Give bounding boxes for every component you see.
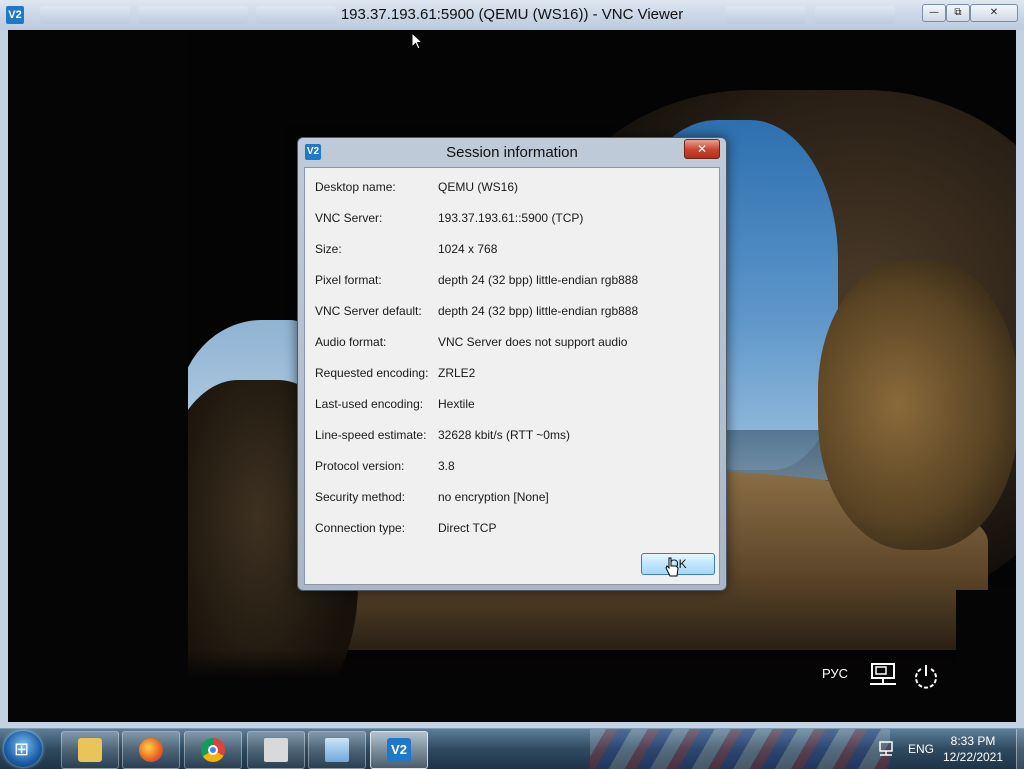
- taskbar-app-vnc-viewer[interactable]: V2: [370, 731, 428, 769]
- info-value: VNC Server does not support audio: [438, 335, 628, 349]
- app-window-icon: [264, 738, 288, 762]
- info-value: 1024 x 768: [438, 242, 498, 256]
- info-value: Hextile: [438, 397, 475, 411]
- info-row-audio-format: Audio format: VNC Server does not suppor…: [315, 335, 715, 355]
- taskbar: ⊞ V2 ENG 8:33 PM 12/22/2021: [0, 728, 1024, 769]
- taskbar-wallpaper-decoration: [590, 729, 890, 769]
- info-label: Security method:: [315, 490, 406, 504]
- info-value: 32628 kbit/s (RTT ~0ms): [438, 428, 570, 442]
- info-label: Size:: [315, 242, 342, 256]
- close-window-button[interactable]: ✕: [970, 4, 1018, 22]
- info-label: Line-speed estimate:: [315, 428, 427, 442]
- info-value: depth 24 (32 bpp) little-endian rgb888: [438, 304, 639, 318]
- start-button[interactable]: ⊞: [4, 731, 42, 767]
- info-value: Direct TCP: [438, 521, 497, 535]
- network-icon-svg: [870, 663, 896, 685]
- info-row-line-speed: Line-speed estimate: 32628 kbit/s (RTT ~…: [315, 428, 715, 448]
- chrome-icon: [201, 738, 225, 762]
- info-row-connection-type: Connection type: Direct TCP: [315, 521, 715, 541]
- info-value: 3.8: [438, 459, 455, 473]
- info-row-size: Size: 1024 x 768: [315, 242, 715, 262]
- firefox-icon: [139, 738, 163, 762]
- info-label: Connection type:: [315, 521, 406, 535]
- dialog-close-button[interactable]: ✕: [684, 139, 720, 159]
- info-label: Last-used encoding:: [315, 397, 424, 411]
- chrome-center: [208, 745, 218, 755]
- network-icon[interactable]: [868, 662, 898, 691]
- power-icon[interactable]: [912, 662, 940, 693]
- info-value: no encryption [None]: [438, 490, 549, 504]
- info-row-protocol-version: Protocol version: 3.8: [315, 459, 715, 479]
- info-value: depth 24 (32 bpp) little-endian rgb888: [438, 273, 639, 287]
- vnc-viewer-icon: V2: [387, 738, 411, 762]
- windows-logo-icon: ⊞: [14, 739, 30, 760]
- dialog-title: Session information: [446, 144, 578, 161]
- power-icon-svg: [915, 665, 937, 689]
- clock-date: 12/22/2021: [942, 750, 1004, 764]
- hand-cursor-icon: [665, 557, 679, 577]
- clock-time: 8:33 PM: [950, 734, 996, 748]
- info-label: VNC Server default:: [315, 304, 422, 318]
- window-frame-right: [1016, 30, 1024, 724]
- vnc-window-titlebar[interactable]: V2 193.37.193.61:5900 (QEMU (WS16)) - VN…: [0, 0, 1024, 31]
- taskbar-app-window[interactable]: [247, 731, 305, 769]
- cave-shadow: [8, 30, 188, 722]
- taskbar-app-file-explorer[interactable]: [61, 731, 119, 769]
- dialog-body: Desktop name: QEMU (WS16) VNC Server: 19…: [304, 167, 720, 585]
- taskbar-app-chrome[interactable]: [184, 731, 242, 769]
- info-row-security-method: Security method: no encryption [None]: [315, 490, 715, 510]
- info-label: Audio format:: [315, 335, 387, 349]
- info-value: QEMU (WS16): [438, 180, 519, 194]
- dialog-titlebar[interactable]: V2 Session information ✕: [298, 138, 726, 166]
- info-value: ZRLE2: [438, 366, 476, 380]
- cave-rock: [818, 260, 1016, 550]
- window-title: 193.37.193.61:5900 (QEMU (WS16)) - VNC V…: [340, 6, 684, 23]
- info-row-vnc-server: VNC Server: 193.37.193.61::5900 (TCP): [315, 211, 715, 231]
- info-value: 193.37.193.61::5900 (TCP): [438, 211, 584, 225]
- taskbar-app-remote-desktop[interactable]: [308, 731, 366, 769]
- minimize-button[interactable]: —: [922, 4, 946, 22]
- info-row-requested-encoding: Requested encoding: ZRLE2: [315, 366, 715, 386]
- mouse-cursor-icon: [411, 32, 423, 50]
- info-row-last-used-encoding: Last-used encoding: Hextile: [315, 397, 715, 417]
- session-information-dialog[interactable]: V2 Session information ✕ Desktop name: Q…: [297, 137, 727, 591]
- cave-shadow: [8, 650, 1016, 722]
- maximize-button[interactable]: ⧉: [946, 4, 970, 22]
- remote-desktop-icon: [325, 738, 349, 762]
- input-language-indicator[interactable]: РУС: [822, 666, 848, 681]
- info-row-server-default: VNC Server default: depth 24 (32 bpp) li…: [315, 304, 715, 324]
- network-tray-icon[interactable]: [878, 740, 896, 758]
- info-label: Protocol version:: [315, 459, 405, 473]
- taskbar-app-firefox[interactable]: [122, 731, 180, 769]
- info-row-pixel-format: Pixel format: depth 24 (32 bpp) little-e…: [315, 273, 715, 293]
- info-label: Desktop name:: [315, 180, 396, 194]
- tray-clock[interactable]: 8:33 PM 12/22/2021: [930, 733, 1016, 765]
- show-desktop-button[interactable]: [1016, 729, 1024, 769]
- info-label: Requested encoding:: [315, 366, 429, 380]
- info-row-desktop-name: Desktop name: QEMU (WS16): [315, 180, 715, 200]
- window-frame-left: [0, 30, 8, 724]
- info-label: VNC Server:: [315, 211, 383, 225]
- folder-icon: [78, 738, 102, 762]
- info-label: Pixel format:: [315, 273, 382, 287]
